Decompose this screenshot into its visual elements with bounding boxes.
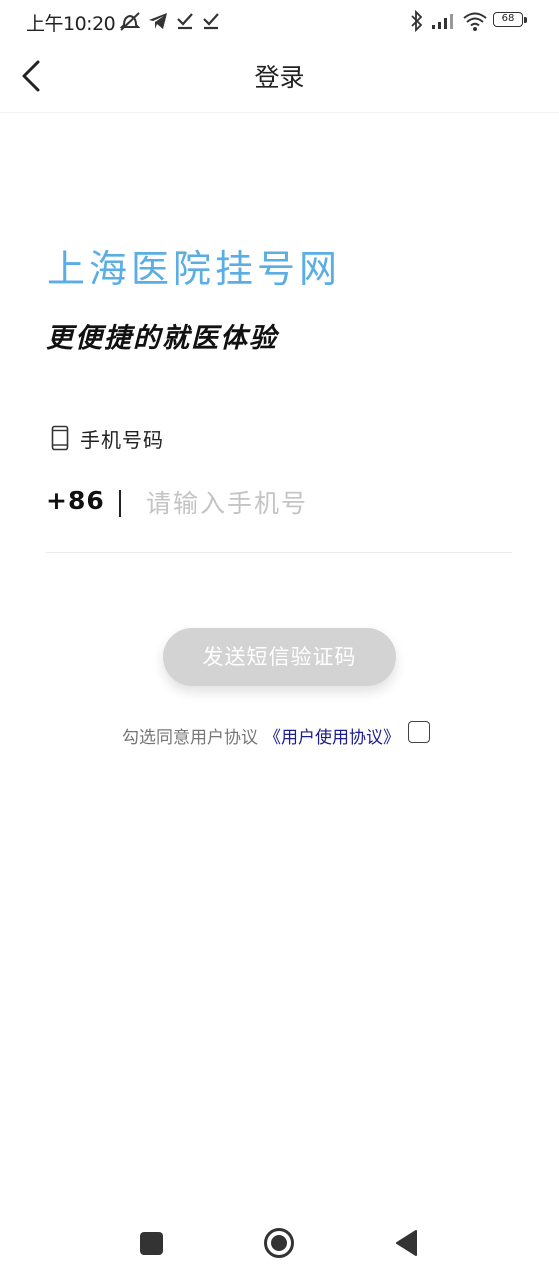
- send-sms-button[interactable]: 发送短信验证码: [163, 628, 396, 686]
- back-icon[interactable]: [394, 1229, 418, 1257]
- status-bar: 上午10:20 68: [0, 0, 559, 44]
- agreement-checkbox[interactable]: [408, 721, 430, 743]
- input-divider: [119, 490, 121, 517]
- signal-icon: [432, 14, 453, 29]
- battery-tip: [524, 17, 527, 23]
- status-time: 上午10:20: [26, 13, 116, 35]
- page-title: 登录: [254, 63, 305, 92]
- phone-icon: [51, 425, 69, 451]
- check-icon: [203, 13, 219, 30]
- phone-label: 手机号码: [80, 427, 164, 452]
- phone-input-row: +86: [46, 480, 512, 553]
- recent-apps-icon[interactable]: [140, 1232, 163, 1255]
- brand-slogan: 更便捷的就医体验: [46, 323, 278, 354]
- user-agreement-link[interactable]: 《用户使用协议》: [264, 723, 400, 748]
- agreement-row: 勾选同意用户协议 《用户使用协议》: [122, 720, 430, 750]
- phone-label-row: 手机号码: [50, 424, 164, 452]
- home-icon[interactable]: [263, 1227, 295, 1259]
- header: 登录: [0, 44, 559, 113]
- telegram-icon: [149, 13, 167, 29]
- mute-icon: [119, 12, 141, 31]
- wifi-icon: [463, 12, 487, 31]
- country-code[interactable]: +86: [46, 486, 105, 515]
- battery-level: 68: [501, 13, 515, 24]
- phone-input[interactable]: [146, 482, 496, 524]
- battery-icon: 68: [493, 12, 523, 27]
- brand-title: 上海医院挂号网: [47, 247, 342, 291]
- agreement-text: 勾选同意用户协议: [122, 727, 258, 748]
- bluetooth-icon: [411, 10, 423, 32]
- check-icon: [177, 13, 193, 30]
